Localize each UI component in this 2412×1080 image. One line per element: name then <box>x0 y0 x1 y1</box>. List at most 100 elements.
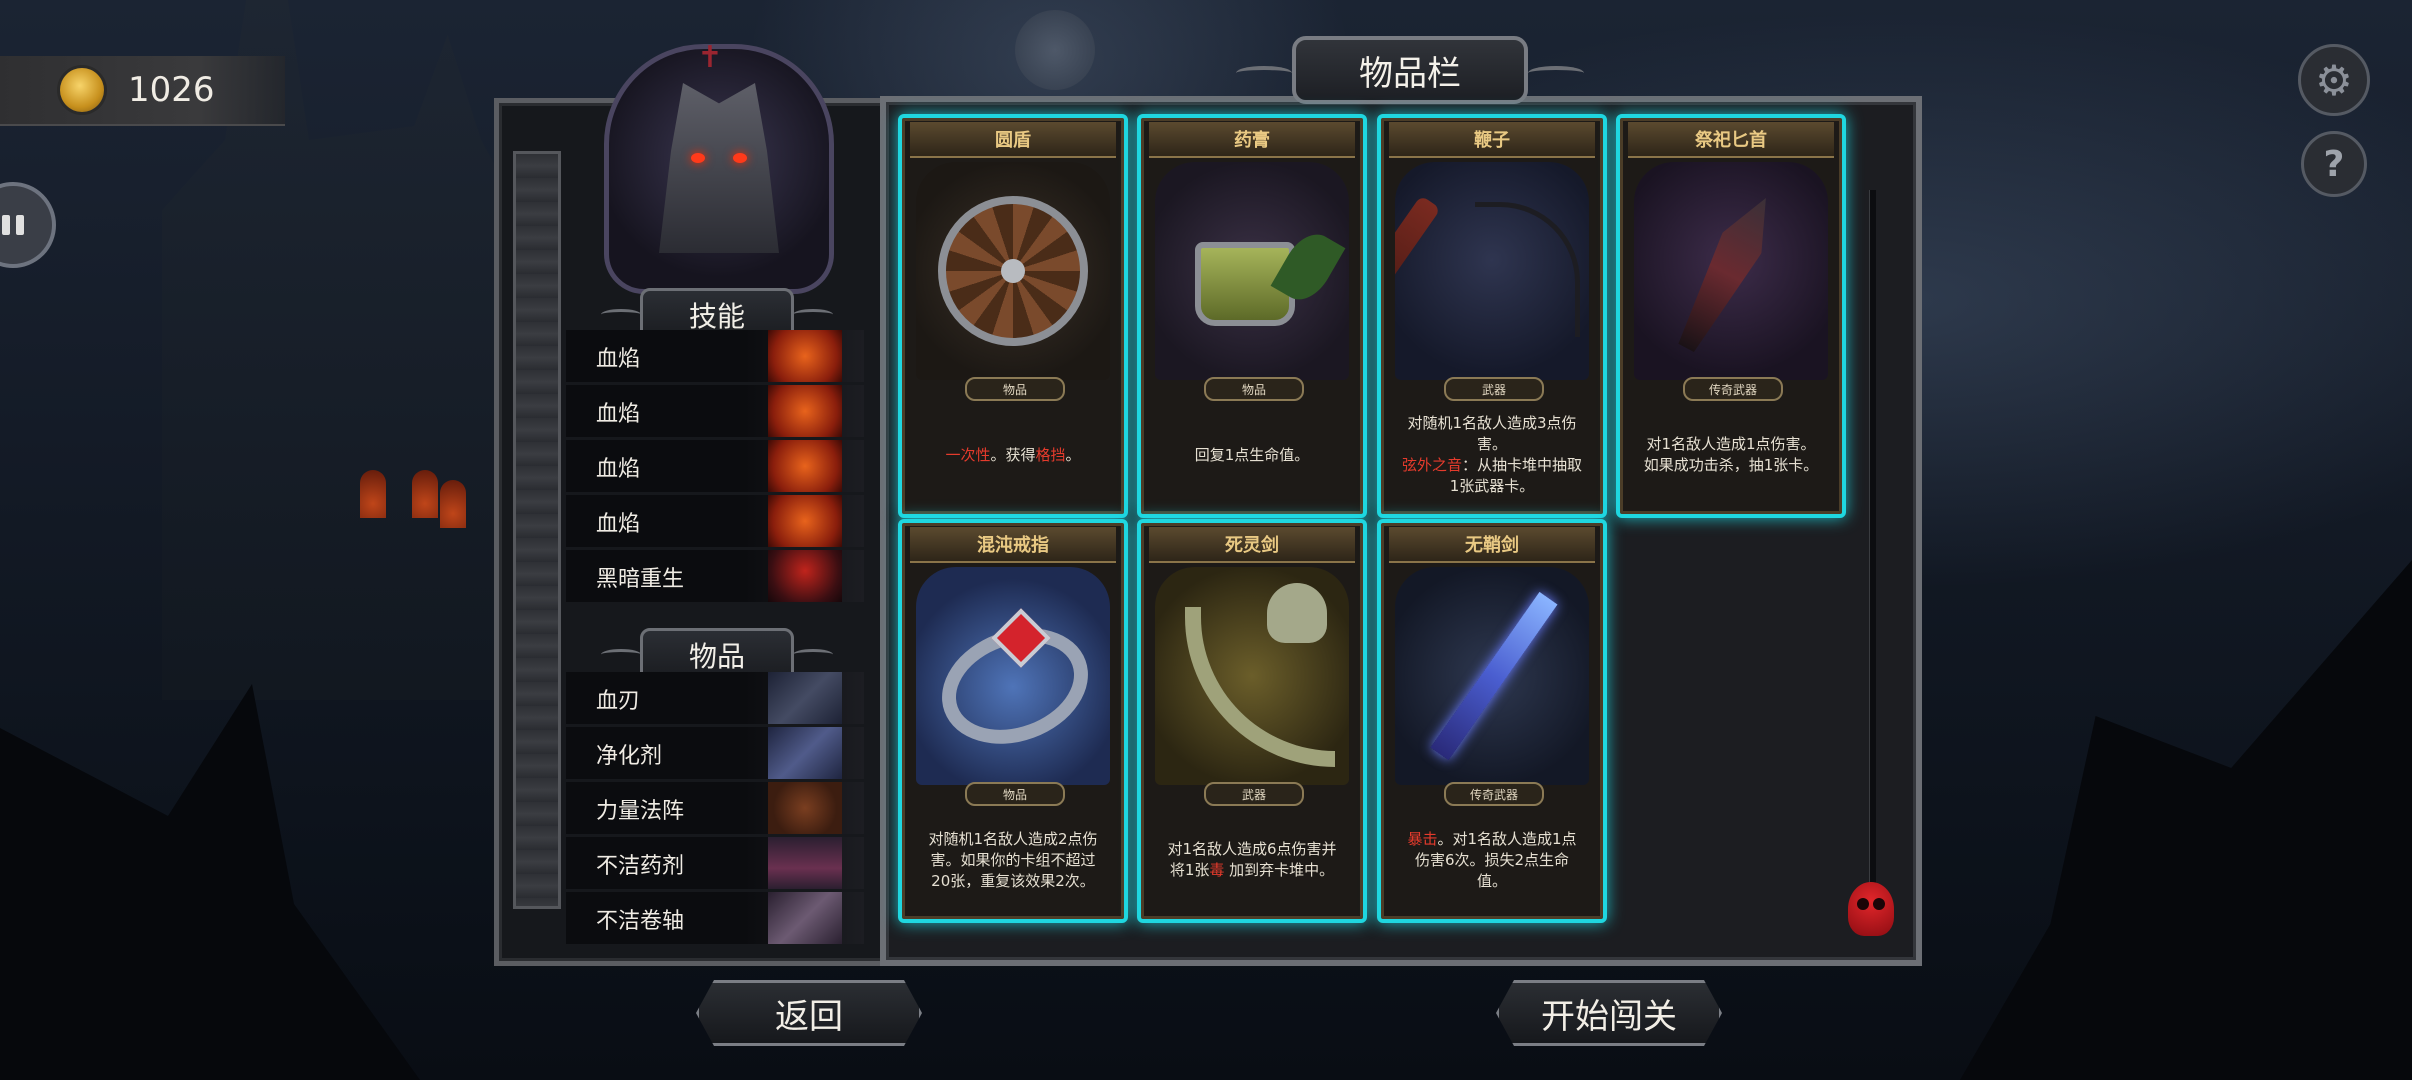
moon <box>1015 10 1095 90</box>
desc-text: ：从抽卡堆中抽取1张武器卡。 <box>1449 456 1583 495</box>
desc-text: 。对1名敌人造成1点伤害6次。损失2点生命值。 <box>1414 829 1577 890</box>
whip-icon <box>1395 195 1441 332</box>
desc-text: 。获得 <box>990 445 1036 464</box>
castle-window <box>360 470 386 518</box>
card-title: 无鞘剑 <box>1389 527 1595 563</box>
card-art <box>1395 162 1589 380</box>
card-art <box>916 567 1110 785</box>
card-description: 一次性。获得格挡。 <box>916 404 1110 506</box>
pause-icon <box>2 215 10 235</box>
blade-icon <box>768 672 842 724</box>
skull-icon[interactable] <box>1848 882 1894 936</box>
card-art <box>1634 162 1828 380</box>
item-row[interactable]: 净化剂 <box>566 727 864 779</box>
item-card[interactable]: 无鞘剑 传奇武器 暴击。对1名敌人造成1点伤害6次。损失2点生命值。 <box>1377 519 1607 923</box>
question-icon: ? <box>2323 143 2345 185</box>
potion-icon <box>768 727 842 779</box>
bottle-icon <box>768 837 842 889</box>
castle-window <box>440 480 466 528</box>
help-button[interactable]: ? <box>2301 131 2367 197</box>
desc-text: 对随机1名敌人造成3点伤害。 <box>1407 414 1577 453</box>
skills-list: 血焰 血焰 血焰 血焰 黑暗重生 <box>566 330 864 605</box>
skill-row[interactable]: 血焰 <box>566 495 864 547</box>
skill-row[interactable]: 血焰 <box>566 330 864 382</box>
gold-coin-icon <box>60 68 104 112</box>
item-row[interactable]: 不洁卷轴 <box>566 892 864 944</box>
keyword-text: 毒 <box>1209 861 1225 879</box>
card-description: 对随机1名敌人造成3点伤害。 弦外之音：从抽卡堆中抽取1张武器卡。 <box>1395 404 1589 506</box>
card-title: 祭祀匕首 <box>1628 122 1834 158</box>
desc-text: 加到弃卡堆中。 <box>1224 861 1335 879</box>
character-portrait <box>604 44 834 294</box>
castle-window <box>412 470 438 518</box>
item-label: 不洁药剂 <box>596 854 685 879</box>
card-description: 对1名敌人造成1点伤害。如果成功击杀，抽1张卡。 <box>1634 404 1828 506</box>
gear-icon: ⚙ <box>2315 55 2353 105</box>
fire-skill-icon <box>768 330 842 382</box>
card-title: 混沌戒指 <box>910 527 1116 563</box>
item-card[interactable]: 祭祀匕首 传奇武器 对1名敌人造成1点伤害。如果成功击杀，抽1张卡。 <box>1616 114 1846 518</box>
card-title: 圆盾 <box>910 122 1116 158</box>
item-card[interactable]: 混沌戒指 物品 对随机1名敌人造成2点伤害。如果你的卡组不超过20张，重复该效果… <box>898 519 1128 923</box>
dark-rebirth-icon <box>768 550 842 602</box>
card-title: 死灵剑 <box>1149 527 1355 563</box>
card-art <box>1155 567 1349 785</box>
item-row[interactable]: 血刃 <box>566 672 864 724</box>
item-card[interactable]: 鞭子 武器 对随机1名敌人造成3点伤害。 弦外之音：从抽卡堆中抽取1张武器卡。 <box>1377 114 1607 518</box>
tree-silhouette <box>1960 560 2412 1080</box>
skill-label: 血焰 <box>596 347 641 372</box>
unsheathed-sword-icon <box>1430 591 1558 761</box>
rune-circle-icon <box>768 782 842 834</box>
item-label: 不洁卷轴 <box>596 909 685 934</box>
skill-label: 血焰 <box>596 512 641 537</box>
card-title: 药膏 <box>1149 122 1355 158</box>
card-description: 对1名敌人造成6点伤害并将1张毒 加到弃卡堆中。 <box>1155 809 1349 911</box>
skill-row[interactable]: 黑暗重生 <box>566 550 864 602</box>
settings-button[interactable]: ⚙ <box>2298 44 2370 116</box>
skill-row[interactable]: 血焰 <box>566 440 864 492</box>
glowing-eyes <box>691 153 747 163</box>
knight-figure <box>659 83 779 253</box>
card-art <box>1155 162 1349 380</box>
scroll-icon <box>768 892 842 944</box>
back-button[interactable]: 返回 <box>696 980 922 1046</box>
card-type: 传奇武器 <box>1683 377 1783 401</box>
fire-skill-icon <box>768 385 842 437</box>
item-label: 力量法阵 <box>596 799 685 824</box>
item-row[interactable]: 力量法阵 <box>566 782 864 834</box>
gold-counter: 1026 <box>0 56 285 126</box>
keyword-text: 格挡 <box>1035 445 1066 464</box>
keyword-text: 暴击 <box>1407 829 1438 848</box>
item-label: 血刃 <box>596 689 641 714</box>
round-shield-icon <box>938 196 1088 346</box>
card-description: 对随机1名敌人造成2点伤害。如果你的卡组不超过20张，重复该效果2次。 <box>916 809 1110 911</box>
cross-ornament-icon: ✝ <box>697 40 723 75</box>
scrollbar[interactable] <box>1869 190 1876 920</box>
ritual-dagger-icon <box>1667 188 1786 359</box>
item-card[interactable]: 死灵剑 武器 对1名敌人造成6点伤害并将1张毒 加到弃卡堆中。 <box>1137 519 1367 923</box>
skill-row[interactable]: 血焰 <box>566 385 864 437</box>
item-card[interactable]: 圆盾 物品 一次性。获得格挡。 <box>898 114 1128 518</box>
item-bar-title: 物品栏 <box>1236 36 1584 104</box>
desc-text: 回复1点生命值。 <box>1194 445 1310 464</box>
skill-label: 血焰 <box>596 457 641 482</box>
desc-text: 。 <box>1065 445 1081 464</box>
item-label: 净化剂 <box>596 744 663 769</box>
card-art <box>916 162 1110 380</box>
start-button[interactable]: 开始闯关 <box>1496 980 1722 1046</box>
pause-button[interactable] <box>0 182 56 268</box>
card-type: 物品 <box>965 377 1065 401</box>
card-type: 传奇武器 <box>1444 782 1544 806</box>
item-row[interactable]: 不洁药剂 <box>566 837 864 889</box>
desc-text: 对随机1名敌人造成2点伤害。如果你的卡组不超过20张，重复该效果2次。 <box>928 829 1098 890</box>
card-description: 回复1点生命值。 <box>1155 404 1349 506</box>
skill-label: 黑暗重生 <box>596 567 685 592</box>
card-type: 武器 <box>1444 377 1544 401</box>
card-type: 物品 <box>1204 377 1304 401</box>
keyword-text: 一次性 <box>945 445 991 464</box>
item-card[interactable]: 药膏 物品 回复1点生命值。 <box>1137 114 1367 518</box>
card-description: 暴击。对1名敌人造成1点伤害6次。损失2点生命值。 <box>1395 809 1589 911</box>
card-title: 鞭子 <box>1389 122 1595 158</box>
fire-skill-icon <box>768 495 842 547</box>
skill-label: 血焰 <box>596 402 641 427</box>
